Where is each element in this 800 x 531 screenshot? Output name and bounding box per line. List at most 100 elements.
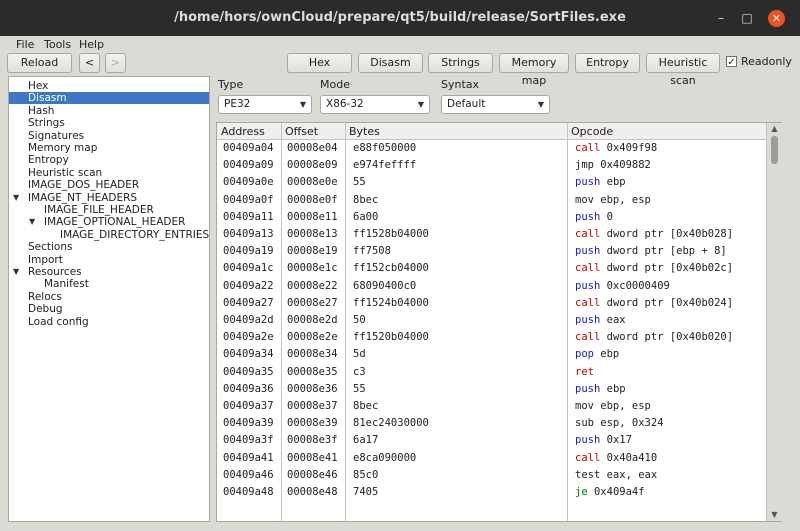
cell-offset: 00008e41 (287, 451, 338, 464)
menu-file[interactable]: File (16, 38, 34, 51)
table-row[interactable]: 00409a11 00008e11 6a00 push 0 (217, 209, 767, 226)
heuristic-scan-button[interactable]: Heuristic scan (646, 53, 720, 87)
header-address[interactable]: Address (221, 125, 265, 138)
cell-offset: 00008e37 (287, 400, 338, 412)
expand-arrow-icon[interactable]: ▼ (29, 216, 35, 228)
table-row[interactable]: 00409a22 00008e22 68090400c0 push 0xc000040… (217, 278, 767, 295)
tree-item[interactable]: Hex (9, 80, 209, 92)
hex-button[interactable]: Hex (287, 53, 352, 73)
table-row[interactable]: 00409a37 00008e37 8bec mov ebp, esp (217, 398, 767, 415)
tree-item[interactable]: ▼ IMAGE_NT_HEADERS (9, 192, 209, 204)
mode-select[interactable]: X86-32 ▼ (320, 95, 430, 114)
tree-item-label: Entropy (28, 154, 69, 167)
table-row[interactable]: 00409a48 00008e48 7405 je 0x409a4f (217, 484, 767, 501)
entropy-button[interactable]: Entropy (575, 53, 640, 73)
table-row[interactable]: 00409a39 00008e39 81ec24030000 sub esp, 0x3… (217, 415, 767, 432)
tree-item[interactable]: Entropy (9, 154, 209, 166)
forward-button[interactable]: > (105, 53, 126, 73)
header-bytes[interactable]: Bytes (349, 125, 380, 138)
cell-opcode: sub esp, 0x324 (575, 417, 664, 430)
table-row[interactable]: 00409a1c 00008e1c ff152cb04000 call dword p… (217, 260, 767, 277)
table-row[interactable]: 00409a36 00008e36 55 push ebp (217, 381, 767, 398)
minimize-icon[interactable]: – (714, 11, 728, 25)
scroll-down-icon[interactable]: ▼ (767, 509, 782, 521)
tree-item[interactable]: Relocs (9, 291, 209, 303)
chevron-down-icon: ▼ (299, 100, 306, 109)
scroll-up-icon[interactable]: ▲ (767, 123, 782, 135)
tree-item[interactable]: IMAGE_DIRECTORY_ENTRIES (9, 229, 209, 241)
table-row[interactable]: 00409a41 00008e41 e8ca090000 call 0x40a410 (217, 450, 767, 467)
tree-item-label: Hash (28, 104, 55, 117)
table-row[interactable]: 00409a13 00008e13 ff1528b04000 call dword p… (217, 226, 767, 243)
expand-arrow-icon[interactable]: ▼ (13, 192, 19, 204)
tree-item[interactable]: IMAGE_DOS_HEADER (9, 179, 209, 191)
cell-bytes: 6a00 (353, 210, 379, 223)
tree-item-label: Signatures (28, 129, 85, 142)
tree-item[interactable]: Signatures (9, 130, 209, 142)
tree-item[interactable]: Debug (9, 303, 209, 315)
tree-item[interactable]: Strings (9, 117, 209, 129)
chevron-down-icon: ▼ (537, 100, 544, 109)
cell-address: 00409a35 (223, 365, 274, 378)
scroll-thumb[interactable] (771, 136, 778, 164)
memory-map-button[interactable]: Memory map (499, 53, 569, 87)
navigation-tree[interactable]: Hex Disasm Hash Strings Signatures Memory map… (8, 76, 210, 522)
tree-item[interactable]: ▼ IMAGE_OPTIONAL_HEADER (9, 216, 209, 228)
cell-bytes: 8bec (353, 193, 379, 206)
reload-button[interactable]: Reload (7, 53, 72, 73)
header-offset[interactable]: Offset (285, 125, 318, 138)
cell-address: 00409a13 (223, 228, 274, 240)
maximize-icon[interactable]: □ (740, 11, 754, 25)
tree-item-label: Manifest (44, 278, 89, 291)
tree-item[interactable]: Disasm (9, 92, 209, 105)
cell-opcode: je 0x409a4f (575, 486, 645, 498)
type-label: Type (218, 78, 244, 91)
cell-bytes: e974feffff (353, 159, 417, 172)
tree-item[interactable]: IMAGE_FILE_HEADER (9, 204, 209, 216)
tree-item[interactable]: Heuristic scan (9, 167, 209, 179)
strings-button[interactable]: Strings (428, 53, 493, 73)
menu-tools[interactable]: Tools (44, 38, 71, 51)
table-row[interactable]: 00409a2d 00008e2d 50 push eax (217, 312, 767, 329)
expand-arrow-icon[interactable]: ▼ (13, 266, 19, 278)
table-row[interactable]: 00409a34 00008e34 5d pop ebp (217, 346, 767, 363)
cell-bytes: e8ca090000 (353, 451, 417, 464)
table-row[interactable]: 00409a19 00008e19 ff7508 push dword ptr [eb… (217, 243, 767, 260)
syntax-select[interactable]: Default ▼ (441, 95, 550, 114)
table-row[interactable]: 00409a04 00008e04 e88f050000 call 0x409f98 (217, 140, 767, 157)
table-row[interactable]: 00409a09 00008e09 e974feffff jmp 0x409882 (217, 157, 767, 174)
vertical-scrollbar[interactable]: ▲ ▼ (766, 123, 782, 521)
tree-item-label: IMAGE_FILE_HEADER (44, 204, 154, 216)
cell-opcode: call dword ptr [0x40b020] (575, 331, 734, 344)
table-row[interactable]: 00409a0f 00008e0f 8bec mov ebp, esp (217, 192, 767, 209)
back-button[interactable]: < (79, 53, 100, 73)
cell-bytes: 68090400c0 (353, 279, 417, 292)
tree-item[interactable]: Load config (9, 316, 209, 328)
tree-item-label: Debug (28, 303, 63, 316)
menu-help[interactable]: Help (79, 38, 104, 51)
tree-item[interactable]: Sections (9, 241, 209, 253)
table-row[interactable]: 00409a35 00008e35 c3 ret (217, 364, 767, 381)
table-row[interactable]: 00409a2e 00008e2e ff1520b04000 call dword p… (217, 329, 767, 346)
type-select[interactable]: PE32 ▼ (218, 95, 312, 114)
table-row[interactable]: 00409a46 00008e46 85c0 test eax, eax (217, 467, 767, 484)
disasm-table[interactable]: Address Offset Bytes Opcode 00409a04 0000… (216, 122, 782, 522)
cell-opcode: push 0 (575, 210, 613, 223)
table-row[interactable]: 00409a27 00008e27 ff1524b04000 call dword p… (217, 295, 767, 312)
cell-offset: 00008e46 (287, 468, 338, 481)
tree-item[interactable]: Import (9, 254, 209, 266)
tree-item-label: Heuristic scan (28, 166, 103, 179)
header-opcode[interactable]: Opcode (571, 125, 613, 138)
tree-item-label: Sections (28, 241, 73, 254)
tree-item[interactable]: Hash (9, 105, 209, 117)
table-row[interactable]: 00409a0e 00008e0e 55 push ebp (217, 174, 767, 191)
table-row[interactable]: 00409a3f 00008e3f 6a17 push 0x17 (217, 432, 767, 449)
tree-item[interactable]: Memory map (9, 142, 209, 154)
tree-item[interactable]: ▼ Resources (9, 266, 209, 278)
tree-item[interactable]: Manifest (9, 278, 209, 290)
cell-address: 00409a04 (223, 142, 274, 154)
cell-bytes: 7405 (353, 486, 379, 498)
disasm-button[interactable]: Disasm (358, 53, 423, 73)
close-icon[interactable]: ✕ (768, 10, 785, 27)
readonly-checkbox[interactable]: ✓ (726, 56, 737, 68)
